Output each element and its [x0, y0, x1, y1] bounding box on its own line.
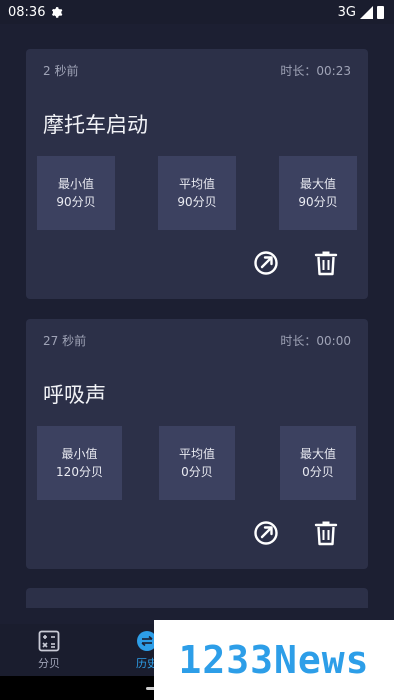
stat-min: 最小值 120分贝: [37, 426, 122, 500]
battery-icon: [377, 5, 384, 19]
watermark-logo: 1233News: [154, 620, 394, 700]
share-icon[interactable]: [252, 249, 280, 277]
record-card[interactable]: 27 秒前 时长：00:00 呼吸声 最小值 120分贝 平均值 0分贝 最大值…: [26, 319, 368, 569]
status-bar: 08:36 3G: [0, 0, 394, 24]
record-card-partial[interactable]: [26, 588, 368, 608]
status-left: 08:36: [8, 5, 63, 20]
stat-label: 最大值: [299, 177, 336, 191]
stat-label: 最小值: [61, 447, 98, 461]
stat-label: 最小值: [57, 177, 94, 191]
settings-gear-icon: [52, 6, 63, 18]
status-time: 08:36: [8, 4, 46, 20]
stat-label: 平均值: [178, 177, 215, 191]
status-right: 3G: [338, 5, 384, 20]
record-duration: 时长：00:00: [280, 334, 351, 348]
stat-average: 平均值 0分贝: [159, 426, 235, 500]
signal-icon: [360, 5, 373, 19]
nav-item-decibel[interactable]: 分贝: [19, 630, 79, 671]
nav-label: 分贝: [38, 657, 60, 670]
stat-value: 0分贝: [302, 465, 334, 479]
record-card[interactable]: 2 秒前 时长：00:23 摩托车启动 最小值 90分贝 平均值 90分贝 最大…: [26, 49, 368, 299]
stat-max: 最大值 90分贝: [279, 156, 357, 230]
network-type: 3G: [337, 4, 356, 20]
history-list[interactable]: 2 秒前 时长：00:23 摩托车启动 最小值 90分贝 平均值 90分贝 最大…: [0, 24, 394, 624]
stat-label: 平均值: [178, 447, 215, 461]
delete-icon[interactable]: [312, 249, 340, 277]
calculator-icon: [38, 630, 60, 652]
record-duration: 时长：00:23: [280, 64, 351, 78]
stat-min: 最小值 90分贝: [37, 156, 115, 230]
stat-value: 90分贝: [56, 195, 96, 209]
delete-icon[interactable]: [312, 519, 340, 547]
stat-label: 最大值: [299, 447, 336, 461]
record-time-ago: 27 秒前: [43, 334, 87, 348]
stat-value: 90分贝: [177, 195, 217, 209]
record-title: 呼吸声: [43, 383, 106, 407]
stat-max: 最大值 0分贝: [280, 426, 356, 500]
record-title: 摩托车启动: [43, 113, 148, 137]
share-icon[interactable]: [252, 519, 280, 547]
stat-value: 120分贝: [56, 465, 103, 479]
watermark-text: 1233News: [178, 638, 370, 682]
stat-average: 平均值 90分贝: [158, 156, 236, 230]
record-time-ago: 2 秒前: [43, 64, 79, 78]
stat-value: 90分贝: [298, 195, 338, 209]
stat-value: 0分贝: [181, 465, 213, 479]
